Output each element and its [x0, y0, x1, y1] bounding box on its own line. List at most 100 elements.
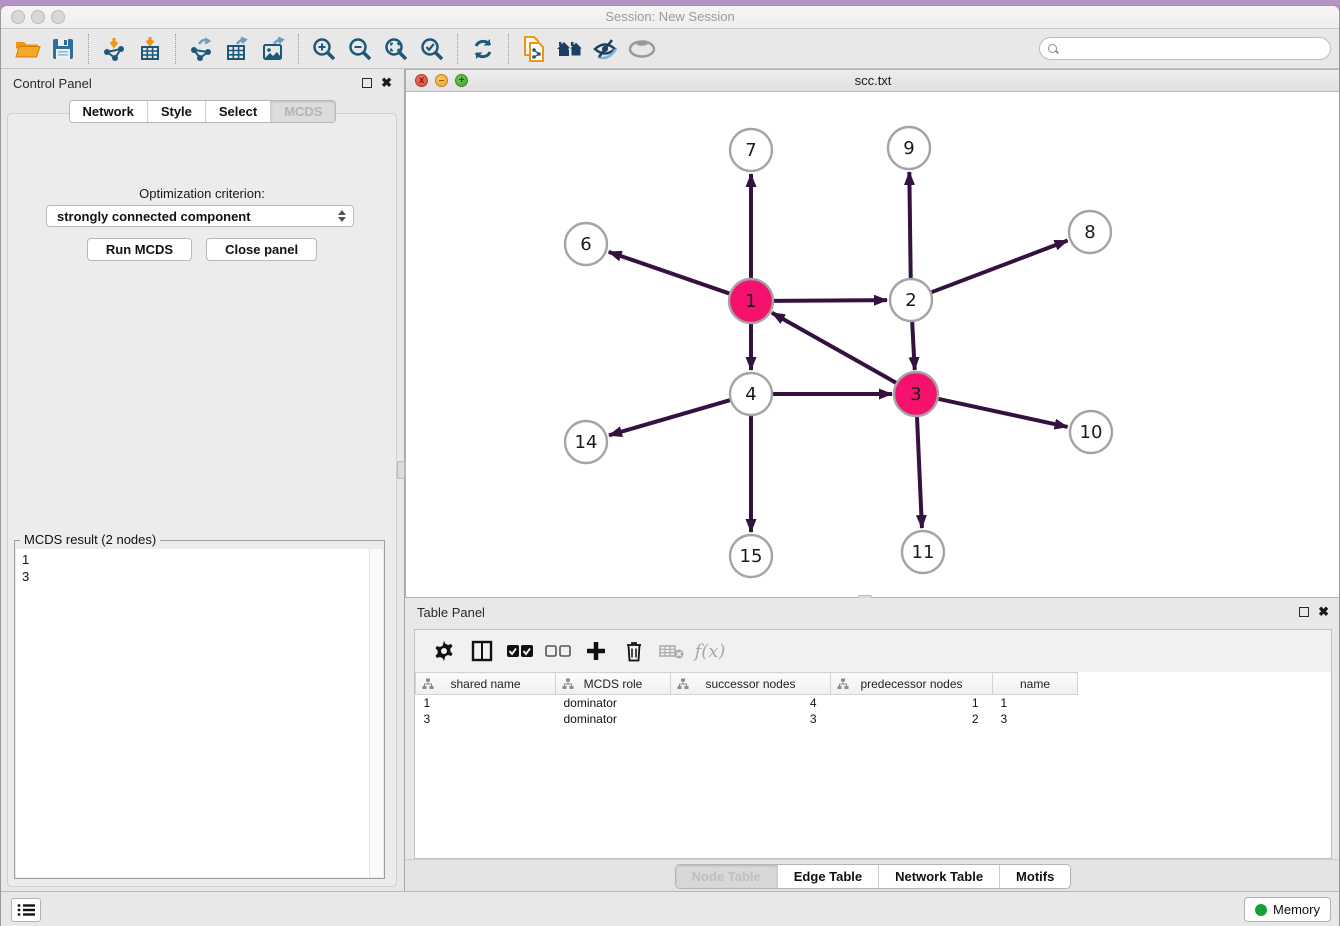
search-input[interactable]: [1063, 40, 1322, 58]
edge-2-8[interactable]: [932, 241, 1068, 293]
mcds-result-line: 3: [22, 568, 377, 585]
control-panel-tabs: NetworkStyleSelectMCDS: [69, 100, 337, 123]
export-network-button[interactable]: [183, 33, 219, 65]
import-network-button[interactable]: [96, 33, 132, 65]
zoom-selected-button[interactable]: [414, 33, 450, 65]
duplicate-network-icon: [521, 35, 547, 63]
cell-predecessor[interactable]: 1: [831, 695, 993, 711]
cell-filler: [1078, 711, 1332, 727]
control-tab-mcds[interactable]: MCDS: [270, 101, 335, 122]
export-image-button[interactable]: [255, 33, 291, 65]
table-panel-title: Table Panel: [417, 605, 485, 620]
network-window-titlebar[interactable]: x – + scc.txt: [406, 70, 1340, 92]
edge-1-2[interactable]: [773, 300, 887, 301]
table-row[interactable]: 3dominator323: [416, 711, 1332, 727]
import-table-button[interactable]: [132, 33, 168, 65]
table-row[interactable]: 1dominator411: [416, 695, 1332, 711]
edge-3-10[interactable]: [937, 399, 1067, 427]
delete-column-icon: [624, 640, 644, 662]
toolbar-separator: [88, 34, 89, 64]
table-panel: Table Panel ✖: [405, 598, 1340, 897]
settings-gear-icon: [434, 641, 454, 661]
add-column-button[interactable]: [579, 635, 613, 667]
column-header-name[interactable]: name: [993, 673, 1078, 695]
close-table-panel-icon[interactable]: ✖: [1318, 607, 1329, 617]
node-label-7: 7: [745, 140, 756, 161]
cell-shared_name[interactable]: 1: [416, 695, 556, 711]
table-tab-edge-table[interactable]: Edge Table: [777, 865, 878, 888]
duplicate-network-button[interactable]: [516, 33, 552, 65]
cell-name[interactable]: 3: [993, 711, 1078, 727]
network-canvas[interactable]: 7968124314101511: [406, 92, 1340, 597]
cell-predecessor[interactable]: 2: [831, 711, 993, 727]
edge-3-1[interactable]: [772, 313, 897, 383]
open-session-button[interactable]: [9, 33, 45, 65]
close-panel-icon[interactable]: ✖: [381, 78, 392, 88]
node-table[interactable]: shared nameMCDS rolesuccessor nodesprede…: [415, 672, 1331, 727]
unselect-all-columns-button[interactable]: [541, 635, 575, 667]
edge-2-9[interactable]: [909, 172, 910, 278]
select-stepper-icon: [338, 210, 349, 222]
column-header-successor[interactable]: successor nodes: [671, 673, 831, 695]
split-divider-handle[interactable]: [397, 461, 405, 479]
split-columns-button[interactable]: [465, 635, 499, 667]
network-graph[interactable]: 7968124314101511: [406, 92, 1340, 598]
export-table-button[interactable]: [219, 33, 255, 65]
edge-2-3[interactable]: [912, 322, 915, 370]
cell-shared_name[interactable]: 3: [416, 711, 556, 727]
zoom-in-button[interactable]: [306, 33, 342, 65]
column-header-predecessor[interactable]: predecessor nodes: [831, 673, 993, 695]
control-tab-select[interactable]: Select: [205, 101, 270, 122]
control-tab-network[interactable]: Network: [70, 101, 147, 122]
refresh-button[interactable]: [465, 33, 501, 65]
edge-3-11[interactable]: [917, 416, 922, 528]
edge-4-14[interactable]: [609, 400, 730, 435]
mcds-result-text[interactable]: 13: [16, 549, 383, 877]
select-all-columns-button[interactable]: [503, 635, 537, 667]
show-eye-button[interactable]: [624, 33, 660, 65]
memory-button[interactable]: Memory: [1244, 897, 1331, 922]
table-tab-motifs[interactable]: Motifs: [999, 865, 1070, 888]
column-header-mcds_role[interactable]: MCDS role: [556, 673, 671, 695]
control-tab-style[interactable]: Style: [147, 101, 205, 122]
control-panel-title: Control Panel: [13, 76, 92, 91]
cell-successor[interactable]: 3: [671, 711, 831, 727]
export-image-icon: [260, 36, 286, 62]
optimization-criterion-label: Optimization criterion:: [8, 186, 396, 201]
settings-gear-button[interactable]: [427, 635, 461, 667]
delete-column-button[interactable]: [617, 635, 651, 667]
cell-name[interactable]: 1: [993, 695, 1078, 711]
hide-panel-button[interactable]: [588, 33, 624, 65]
zoom-in-icon: [311, 36, 337, 62]
main-window: Session: New Session: [0, 5, 1340, 926]
column-sort-icon: [837, 678, 849, 690]
run-mcds-button[interactable]: Run MCDS: [87, 238, 192, 261]
result-scrollbar[interactable]: [369, 549, 383, 877]
float-table-panel-icon[interactable]: [1299, 607, 1309, 617]
cell-mcds_role[interactable]: dominator: [556, 695, 671, 711]
function-builder-button: f(x): [693, 635, 727, 667]
list-icon: [17, 903, 35, 917]
float-panel-icon[interactable]: [362, 78, 372, 88]
add-column-icon: [585, 640, 607, 662]
optimization-criterion-select[interactable]: strongly connected component: [46, 205, 354, 227]
table-tab-network-table[interactable]: Network Table: [878, 865, 999, 888]
cell-mcds_role[interactable]: dominator: [556, 711, 671, 727]
edge-1-6[interactable]: [609, 252, 731, 294]
mcds-result-line: 1: [22, 551, 377, 568]
select-all-columns-icon: [507, 644, 533, 658]
unselect-all-columns-icon: [545, 644, 571, 658]
function-builder-icon: f(x): [695, 641, 726, 662]
save-session-button[interactable]: [45, 33, 81, 65]
column-header-shared_name[interactable]: shared name: [416, 673, 556, 695]
zoom-out-button[interactable]: [342, 33, 378, 65]
node-label-6: 6: [580, 234, 591, 255]
cell-successor[interactable]: 4: [671, 695, 831, 711]
toolbar-separator: [508, 34, 509, 64]
task-history-button[interactable]: [11, 898, 41, 922]
close-panel-button[interactable]: Close panel: [206, 238, 317, 261]
fit-content-button[interactable]: [378, 33, 414, 65]
status-bar: Memory: [1, 891, 1339, 926]
home-pages-button[interactable]: [552, 33, 588, 65]
table-tab-node-table[interactable]: Node Table: [676, 865, 777, 888]
